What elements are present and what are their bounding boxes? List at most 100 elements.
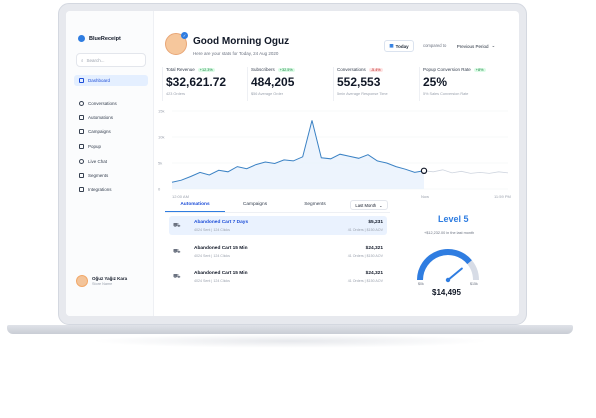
stat-popup-conversion: Popup Conversion Rate +8% 25% 5% Sales Co… bbox=[419, 67, 503, 101]
stat-value: 25% bbox=[423, 75, 448, 89]
chevron-down-icon: ⌄ bbox=[491, 43, 496, 48]
stat-total-revenue: Total Revenue +12.3% $32,621.72 423 Order… bbox=[162, 67, 246, 101]
page-subtitle: Here are your stats for Today, 24 Aug 20… bbox=[193, 51, 279, 56]
sidebar-item-dashboard[interactable]: Dashboard bbox=[74, 75, 148, 86]
megaphone-icon bbox=[79, 129, 84, 134]
chat-icon bbox=[79, 101, 84, 106]
laptop-base bbox=[7, 325, 573, 334]
cart-icon: ⛟ bbox=[173, 223, 181, 229]
stat-value: 484,205 bbox=[251, 75, 295, 89]
gauge-needle bbox=[447, 267, 463, 281]
revenue-chart-svg: 15k 10k 5k 0 12:00 AM Now 11:59 PM bbox=[158, 109, 511, 200]
sidebar-item-campaigns[interactable]: Campaigns bbox=[74, 126, 148, 137]
sidebar-item-label: Live Chat bbox=[88, 159, 108, 164]
sidebar-item-segments[interactable]: Segments bbox=[74, 170, 148, 181]
stat-label: Subscribers bbox=[251, 67, 275, 72]
brand-logo-icon bbox=[78, 35, 85, 42]
sidebar-item-label: Segments bbox=[88, 173, 109, 178]
user-profile[interactable]: Oğuz Yağız Kara Store Name bbox=[76, 275, 127, 287]
search-input[interactable]: ⌕ Search... bbox=[76, 53, 146, 67]
row-subtitle: 4024 Sent | 124 Clicks bbox=[194, 254, 230, 258]
stat-label: Popup Conversion Rate bbox=[423, 67, 471, 72]
period-filter-select[interactable]: Last Month ⌄ bbox=[350, 200, 388, 210]
sidebar-item-label: Automations bbox=[88, 115, 114, 120]
stat-value: 552,553 bbox=[337, 75, 381, 89]
dashboard-screen: BlueReceipt ⌕ Search... Dashboard Conver… bbox=[66, 11, 519, 316]
row-title: Abandoned Cart 15 Min bbox=[194, 246, 248, 251]
change-badge: -5.4% bbox=[368, 67, 383, 72]
x-tick-label: Now bbox=[421, 194, 429, 199]
x-tick-label: 12:00 AM bbox=[172, 194, 189, 199]
stat-label: Conversations bbox=[337, 67, 366, 72]
change-badge: +8% bbox=[473, 67, 486, 72]
level-title: Level 5 bbox=[438, 214, 469, 224]
y-tick-label: 0 bbox=[158, 187, 161, 192]
tab-campaigns[interactable]: Campaigns bbox=[225, 202, 285, 212]
user-role: Store Name bbox=[92, 282, 113, 286]
table-row[interactable]: ⛟ Abandoned Cart 7 Days 4024 Sent | 124 … bbox=[169, 216, 387, 235]
row-details: 41 Orders | $150 AOV bbox=[347, 279, 383, 283]
table-row[interactable]: ⛟ Abandoned Cart 15 Min 4024 Sent | 124 … bbox=[169, 242, 387, 261]
page-title: Good Morning Oguz bbox=[193, 36, 290, 47]
row-title: Abandoned Cart 15 Min bbox=[194, 271, 248, 276]
integrations-icon bbox=[79, 187, 84, 192]
level-value: $14,495 bbox=[432, 288, 461, 297]
calendar-icon: ▦ bbox=[389, 43, 394, 48]
sidebar-item-automations[interactable]: Automations bbox=[74, 112, 148, 123]
compared-label: compared to bbox=[423, 43, 447, 48]
table-tabs: Automations Campaigns Segments bbox=[165, 202, 345, 212]
avatar[interactable]: ✓ bbox=[165, 32, 188, 55]
series-line-forecast bbox=[423, 169, 509, 174]
sidebar-item-integrations[interactable]: Integrations bbox=[74, 184, 148, 195]
y-tick-label: 5k bbox=[158, 161, 162, 166]
row-subtitle: 4024 Sent | 124 Clicks bbox=[194, 279, 230, 283]
date-label: Today bbox=[395, 43, 409, 49]
stat-subscribers: Subscribers +32.5% 484,205 $56 Average Or… bbox=[247, 67, 331, 101]
revenue-chart: 15k 10k 5k 0 12:00 AM Now 11:59 PM bbox=[158, 105, 513, 200]
sidebar-item-label: Dashboard bbox=[88, 78, 111, 83]
chevron-down-icon: ⌄ bbox=[379, 202, 383, 208]
stat-sub: $56 Average Order bbox=[251, 92, 284, 96]
row-value: $5,231 bbox=[368, 220, 383, 225]
row-details: 41 Orders | $150 AOV bbox=[347, 228, 383, 232]
stat-conversations: Conversations -5.4% 552,553 5min Average … bbox=[333, 67, 417, 101]
gauge-hub bbox=[445, 277, 451, 283]
row-value: $24,321 bbox=[365, 271, 383, 276]
y-tick-label: 10k bbox=[158, 135, 164, 140]
gauge-fill bbox=[417, 249, 472, 281]
sidebar-item-conversations[interactable]: Conversations bbox=[74, 98, 148, 109]
search-placeholder: Search... bbox=[86, 57, 105, 63]
row-details: 41 Orders | $150 AOV bbox=[347, 254, 383, 258]
date-picker-button[interactable]: ▦ Today bbox=[384, 40, 414, 52]
sidebar-item-label: Campaigns bbox=[88, 129, 111, 134]
stat-sub: 423 Orders bbox=[166, 92, 185, 96]
sidebar-item-label: Popup bbox=[88, 144, 102, 149]
brand-name: BlueReceipt bbox=[89, 35, 121, 42]
notification-badge-icon: ✓ bbox=[181, 32, 188, 39]
avatar bbox=[76, 275, 88, 287]
row-subtitle: 4024 Sent | 124 Clicks bbox=[194, 228, 230, 232]
sidebar-item-popup[interactable]: Popup bbox=[74, 141, 148, 152]
sidebar-item-label: Integrations bbox=[88, 187, 112, 192]
current-point-marker bbox=[420, 167, 428, 175]
automation-icon bbox=[79, 115, 84, 120]
stat-label: Total Revenue bbox=[166, 67, 195, 72]
level-subtitle: +$12,232.00 in the last month bbox=[424, 231, 475, 235]
period-select[interactable]: Previous Period ⌄ bbox=[452, 40, 500, 52]
y-tick-label: 15k bbox=[158, 109, 164, 114]
dashboard-icon bbox=[79, 78, 84, 83]
row-value: $24,321 bbox=[365, 246, 383, 251]
tab-segments[interactable]: Segments bbox=[285, 202, 345, 212]
tab-automations[interactable]: Automations bbox=[165, 202, 225, 212]
popup-icon bbox=[79, 144, 84, 149]
sidebar-item-live-chat[interactable]: Live Chat bbox=[74, 156, 148, 167]
stat-sub: 5% Sales Conversion Rate bbox=[423, 92, 469, 96]
segments-icon bbox=[79, 173, 84, 178]
change-badge: +12.3% bbox=[197, 67, 215, 72]
filter-label: Last Month bbox=[355, 202, 377, 208]
brand[interactable]: BlueReceipt bbox=[78, 35, 121, 42]
row-title: Abandoned Cart 7 Days bbox=[194, 220, 249, 225]
table-row[interactable]: ⛟ Abandoned Cart 15 Min 4024 Sent | 124 … bbox=[169, 267, 387, 286]
laptop-shadow bbox=[90, 334, 490, 348]
live-chat-icon bbox=[79, 159, 84, 164]
